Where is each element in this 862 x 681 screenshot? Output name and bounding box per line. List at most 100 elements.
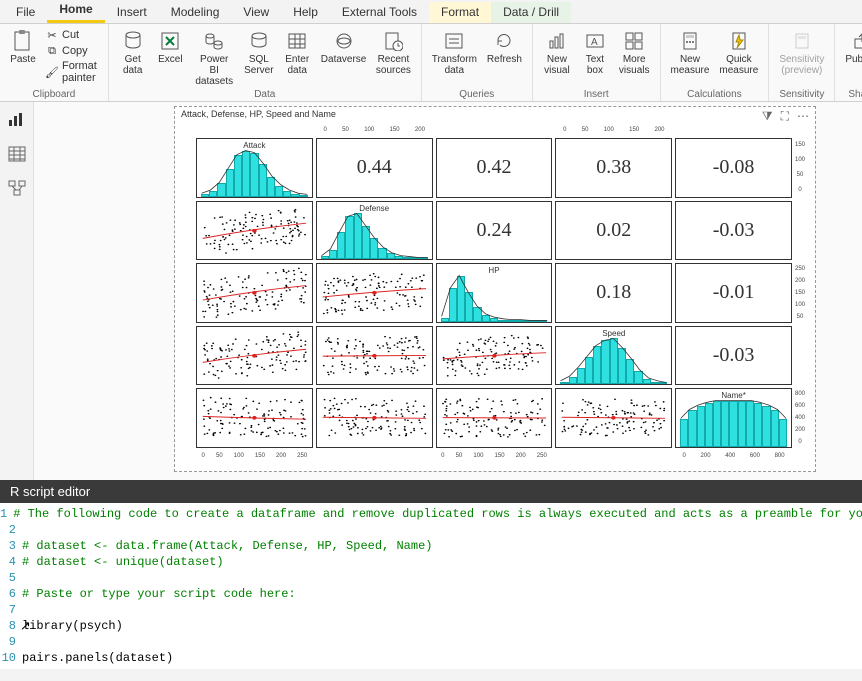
refresh-button[interactable]: Refresh xyxy=(483,27,526,67)
histogram-attack: Attack xyxy=(196,138,313,198)
ribbon-group-queries: Transform data Refresh Queries xyxy=(422,24,533,101)
transform-label: Transform data xyxy=(432,54,477,76)
brush-icon: 🖌 xyxy=(45,65,59,79)
focus-mode-icon[interactable]: ⛶ xyxy=(781,109,789,124)
filter-icon[interactable]: ⧩ xyxy=(762,109,773,124)
database-icon xyxy=(119,29,147,53)
recent-icon xyxy=(379,29,407,53)
histogram-defense: Defense xyxy=(316,201,433,261)
excel-icon xyxy=(156,29,184,53)
code-line[interactable]: 7 xyxy=(0,602,862,618)
excel-button[interactable]: Excel xyxy=(153,27,189,67)
r-script-editor-title: R script editor xyxy=(0,480,862,503)
text-box-label: Text box xyxy=(586,54,604,76)
code-line[interactable]: 9 xyxy=(0,634,862,650)
code-text: # Paste or type your script code here: xyxy=(22,586,296,602)
code-line[interactable]: 5 xyxy=(0,570,862,586)
axis-ticks: 050100150200250 xyxy=(436,451,553,461)
publish-label: Publish xyxy=(845,54,862,65)
svg-text:A: A xyxy=(591,37,598,48)
dataverse-button[interactable]: Dataverse xyxy=(317,27,370,67)
scatter-plot xyxy=(436,326,553,386)
enter-data-button[interactable]: Enter data xyxy=(279,27,315,78)
axis-ticks: 050100150200 xyxy=(316,125,433,135)
line-number: 7 xyxy=(0,602,22,618)
new-measure-button[interactable]: New measure xyxy=(667,27,714,78)
textbox-icon: A xyxy=(581,29,609,53)
menu-file[interactable]: File xyxy=(4,2,47,23)
code-text: pairs.panels(dataset) xyxy=(22,650,173,666)
text-box-button[interactable]: A Text box xyxy=(577,27,613,78)
axis-ticks: 050100150200250 xyxy=(196,451,313,461)
cut-button[interactable]: ✂Cut xyxy=(42,27,102,43)
menu-view[interactable]: View xyxy=(231,2,281,23)
insert-group-label: Insert xyxy=(584,89,609,101)
correlation-value: -0.08 xyxy=(675,138,792,198)
visual-title: Attack, Defense, HP, Speed and Name xyxy=(181,109,336,119)
menu-help[interactable]: Help xyxy=(281,2,330,23)
menu-data-drill[interactable]: Data / Drill xyxy=(491,2,571,23)
correlation-value: 0.42 xyxy=(436,138,553,198)
report-view-button[interactable] xyxy=(8,112,26,128)
line-number: 4 xyxy=(0,554,22,570)
more-visuals-button[interactable]: More visuals xyxy=(615,27,654,78)
model-view-button[interactable] xyxy=(8,180,26,196)
format-painter-button[interactable]: 🖌Format painter xyxy=(42,59,102,85)
menu-format[interactable]: Format xyxy=(429,2,491,23)
ribbon-group-data: Get data Excel Power BI datasets SQL Ser… xyxy=(109,24,422,101)
sql-server-button[interactable]: SQL Server xyxy=(240,27,277,78)
code-text: # The following code to create a datafra… xyxy=(13,506,862,522)
more-options-icon[interactable]: ⋯ xyxy=(797,109,809,124)
ribbon: Paste ✂Cut ⧉Copy 🖌Format painter Clipboa… xyxy=(0,24,862,102)
new-visual-button[interactable]: New visual xyxy=(539,27,575,78)
publish-button[interactable]: Publish xyxy=(841,27,862,67)
menu-insert[interactable]: Insert xyxy=(105,2,159,23)
line-number: 1 xyxy=(0,506,13,522)
code-line[interactable]: 4# dataset <- unique(dataset) xyxy=(0,554,862,570)
copy-button[interactable]: ⧉Copy xyxy=(42,43,102,59)
code-line[interactable]: 10pairs.panels(dataset) xyxy=(0,650,862,666)
recent-label: Recent sources xyxy=(376,54,411,76)
scatter-plot xyxy=(555,388,672,448)
quick-measure-button[interactable]: Quick measure xyxy=(715,27,762,78)
r-visual[interactable]: Attack, Defense, HP, Speed and Name ⧩ ⛶ … xyxy=(174,106,816,472)
dataverse-icon xyxy=(330,29,358,53)
pbi-datasets-button[interactable]: Power BI datasets xyxy=(190,27,238,89)
paste-label: Paste xyxy=(10,54,36,65)
menu-modeling[interactable]: Modeling xyxy=(159,2,232,23)
code-line[interactable]: 1# The following code to create a datafr… xyxy=(0,506,862,522)
data-view-button[interactable] xyxy=(8,146,26,162)
axis-ticks: 150100500 xyxy=(795,138,805,198)
transform-icon xyxy=(440,29,468,53)
calc-group-label: Calculations xyxy=(687,89,741,101)
scatter-plot xyxy=(196,263,313,323)
code-line[interactable]: 2 xyxy=(0,522,862,538)
transform-data-button[interactable]: Transform data xyxy=(428,27,481,78)
line-number: 2 xyxy=(0,522,22,538)
excel-label: Excel xyxy=(158,54,182,65)
code-line[interactable]: 3# dataset <- data.frame(Attack, Defense… xyxy=(0,538,862,554)
sensitivity-button[interactable]: Sensitivity (preview) xyxy=(775,27,828,78)
paste-icon xyxy=(9,29,37,53)
publish-icon xyxy=(848,29,862,53)
paste-button[interactable]: Paste xyxy=(6,27,40,67)
code-text: library(psych) xyxy=(22,618,123,634)
code-text: # dataset <- data.frame(Attack, Defense,… xyxy=(22,538,432,554)
get-data-button[interactable]: Get data xyxy=(115,27,151,78)
menu-home[interactable]: Home xyxy=(47,0,104,23)
r-script-editor[interactable]: 1# The following code to create a datafr… xyxy=(0,503,862,669)
histogram-name: Name* xyxy=(675,388,792,448)
report-canvas[interactable]: Attack, Defense, HP, Speed and Name ⧩ ⛶ … xyxy=(34,102,862,480)
correlation-value: 0.24 xyxy=(436,201,553,261)
scatter-plot xyxy=(316,326,433,386)
menu-external-tools[interactable]: External Tools xyxy=(330,2,429,23)
recent-sources-button[interactable]: Recent sources xyxy=(372,27,415,78)
code-line[interactable]: 8library(psych) xyxy=(0,618,862,634)
calculator-icon xyxy=(676,29,704,53)
code-line[interactable]: 6# Paste or type your script code here: xyxy=(0,586,862,602)
table-icon xyxy=(283,29,311,53)
more-visuals-label: More visuals xyxy=(619,54,650,76)
menu-bar: File Home Insert Modeling View Help Exte… xyxy=(0,0,862,24)
ribbon-group-calculations: New measure Quick measure Calculations xyxy=(661,24,770,101)
line-number: 5 xyxy=(0,570,22,586)
